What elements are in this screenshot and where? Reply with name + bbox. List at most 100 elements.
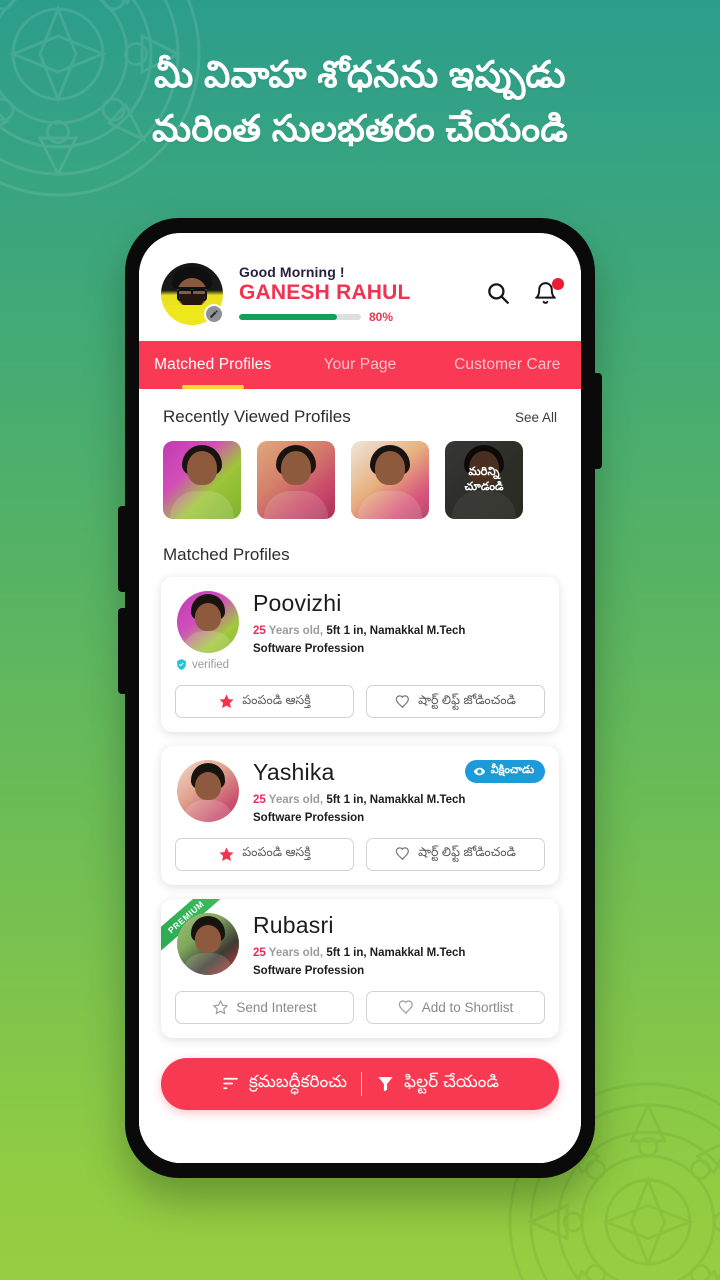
profile-name: Rubasri <box>253 911 334 938</box>
recently-viewed-list: మరిన్ని చూడండి <box>139 427 581 519</box>
profile-age: 25 <box>253 625 266 638</box>
profile-age-suffix: Years old, <box>265 947 324 960</box>
profile-actions: Send Interest Add to Shortlist <box>175 990 545 1024</box>
recently-viewed-title: Recently Viewed Profiles <box>163 407 351 426</box>
avatar[interactable] <box>161 263 224 325</box>
filter-funnel-icon <box>378 1077 393 1092</box>
thumbnail-item-see-more[interactable]: మరిన్ని చూడండి <box>445 441 523 519</box>
progress-percent: 80% <box>369 310 394 324</box>
recently-viewed-header: Recently Viewed Profiles See All <box>139 389 581 427</box>
tab-your-page[interactable]: Your Page <box>286 341 433 389</box>
profile-meta: 25 Years old, 5ft 1 in, Namakkal M.Tech <box>253 793 545 809</box>
add-shortlist-button[interactable]: షార్ట్ లిఫ్ట్ జోడించండి <box>366 837 545 871</box>
star-outline-icon <box>213 999 229 1014</box>
volume-up-button[interactable] <box>118 506 126 592</box>
add-shortlist-label: షార్ట్ లిఫ్ట్ జోడించండి <box>418 845 516 860</box>
profile-profession: Software Profession <box>253 642 365 655</box>
heart-outline-icon <box>395 694 410 708</box>
profile-details: 5ft 1 in, Namakkal M.Tech <box>326 947 466 960</box>
search-icon[interactable] <box>485 280 511 308</box>
profile-actions: పంపండి ఆసక్తి షార్ట్ లిఫ్ట్ జోడించండి <box>175 685 545 718</box>
headline-line-2: మరింత సులభతరం చేయండి <box>152 107 568 149</box>
profile-age: 25 <box>253 794 266 807</box>
profile-age-suffix: Years old, <box>265 794 324 807</box>
tab-matched-profiles[interactable]: Matched Profiles <box>139 341 286 389</box>
sort-filter-bar: క్రమబద్ధీకరించు ఫిల్టర్ చేయండి <box>161 1057 559 1110</box>
headline-line-1: మీ వివాహ శోధనను ఇప్పుడు <box>154 54 566 95</box>
greeting-block: Good Morning ! GANESH RAHUL 80% <box>239 264 485 324</box>
profile-profession: Software Profession <box>253 811 365 824</box>
sort-icon <box>223 1078 238 1090</box>
user-name: GANESH RAHUL <box>239 281 411 304</box>
promo-screenshot: మీ వివాహ శోధనను ఇప్పుడు మరింత సులభతరం చే… <box>0 0 720 1280</box>
add-shortlist-label: Add to Shortlist <box>421 999 514 1015</box>
viewed-badge: వీక్షించాడు <box>464 760 545 783</box>
profile-avatar[interactable] <box>177 760 239 822</box>
see-more-overlay-label: మరిన్ని చూడండి <box>445 441 523 519</box>
verified-label: verified <box>192 658 230 671</box>
edit-pencil-icon[interactable] <box>204 304 224 324</box>
bottom-action-area: క్రమబద్ధీకరించు ఫిల్టర్ చేయండి <box>139 1037 581 1136</box>
volume-down-button[interactable] <box>118 608 126 694</box>
tab-label: Your Page <box>323 356 397 373</box>
matched-profiles-title: Matched Profiles <box>163 545 290 564</box>
send-interest-label: పంపండి ఆసక్తి <box>242 845 311 860</box>
thumbnail-item[interactable] <box>163 441 241 519</box>
content-scroll-area[interactable]: Recently Viewed Profiles See All మరిన్ని… <box>139 389 581 1163</box>
send-interest-button[interactable]: పంపండి ఆసక్తి <box>175 685 354 718</box>
tab-label: Customer Care <box>454 356 561 373</box>
profile-meta: 25 Years old, 5ft 1 in, Namakkal M.Tech <box>253 946 545 962</box>
star-filled-icon <box>219 694 234 709</box>
add-shortlist-button[interactable]: Add to Shortlist <box>366 990 545 1024</box>
app-header: Good Morning ! GANESH RAHUL 80% <box>139 233 581 341</box>
promo-headline: మీ వివాహ శోధనను ఇప్పుడు మరింత సులభతరం చే… <box>0 48 720 155</box>
filter-label: ఫిల్టర్ చేయండి <box>404 1071 499 1091</box>
viewed-badge-label: వీక్షించాడు <box>490 764 534 776</box>
header-icons <box>485 278 564 308</box>
heart-outline-icon <box>398 1000 413 1014</box>
sort-label: క్రమబద్ధీకరించు <box>249 1071 348 1091</box>
see-all-link[interactable]: See All <box>515 410 557 425</box>
power-button[interactable] <box>594 373 602 469</box>
send-interest-label: పంపండి ఆసక్తి <box>242 692 311 707</box>
progress-track <box>239 314 361 320</box>
star-filled-icon <box>219 847 234 861</box>
add-shortlist-button[interactable]: షార్ట్ లిఫ్ట్ జోడించండి <box>366 685 545 718</box>
verified-badge: verified <box>175 658 247 671</box>
profile-actions: పంపండి ఆసక్తి షార్ట్ లిఫ్ట్ జోడించండి <box>175 837 545 871</box>
profile-card[interactable]: verified Poovizhi 25 Years old, 5ft 1 in… <box>161 577 559 732</box>
progress-fill <box>239 314 337 320</box>
send-interest-button[interactable]: Send Interest <box>175 990 354 1024</box>
profile-meta: 25 Years old, 5ft 1 in, Namakkal M.Tech <box>253 624 545 640</box>
bell-icon[interactable] <box>533 278 564 308</box>
heart-outline-icon <box>395 847 410 861</box>
profile-avatar[interactable] <box>177 912 239 975</box>
profile-avatar[interactable] <box>177 591 239 653</box>
phone-screen: Good Morning ! GANESH RAHUL 80% Matched … <box>139 233 581 1163</box>
profile-details: 5ft 1 in, Namakkal M.Tech <box>326 794 466 807</box>
phone-mockup: Good Morning ! GANESH RAHUL 80% Matched … <box>118 218 602 1178</box>
sort-button[interactable]: క్రమబద్ధీకరించు <box>207 1072 361 1096</box>
tab-bar: Matched Profiles Your Page Customer Care <box>139 341 581 389</box>
send-interest-label: Send Interest <box>236 999 317 1015</box>
profile-card[interactable]: PREMIUM Rubasri 25 Years old, 5ft 1 in, … <box>161 898 559 1038</box>
thumbnail-item[interactable] <box>257 441 335 519</box>
tab-label: Matched Profiles <box>154 356 272 373</box>
eye-icon <box>473 767 485 776</box>
profile-details: 5ft 1 in, Namakkal M.Tech <box>326 625 466 638</box>
shield-check-icon <box>177 659 186 670</box>
profile-name: Poovizhi <box>253 590 342 616</box>
send-interest-button[interactable]: పంపండి ఆసక్తి <box>175 837 354 871</box>
matched-profiles-list: verified Poovizhi 25 Years old, 5ft 1 in… <box>139 565 581 1038</box>
thumbnail-item[interactable] <box>351 441 429 519</box>
filter-button[interactable]: ఫిల్టర్ చేయండి <box>362 1072 513 1096</box>
notification-badge-dot <box>552 278 564 290</box>
profile-completion: 80% <box>239 310 485 324</box>
profile-age: 25 <box>253 947 266 960</box>
greeting-text: Good Morning ! <box>239 264 345 280</box>
add-shortlist-label: షార్ట్ లిఫ్ట్ జోడించండి <box>418 692 516 707</box>
profile-profession: Software Profession <box>253 964 365 977</box>
tab-customer-care[interactable]: Customer Care <box>434 341 581 389</box>
profile-age-suffix: Years old, <box>265 625 324 638</box>
profile-card[interactable]: వీక్షించాడు Yashika 25 Years old, 5ft 1 … <box>161 746 559 885</box>
